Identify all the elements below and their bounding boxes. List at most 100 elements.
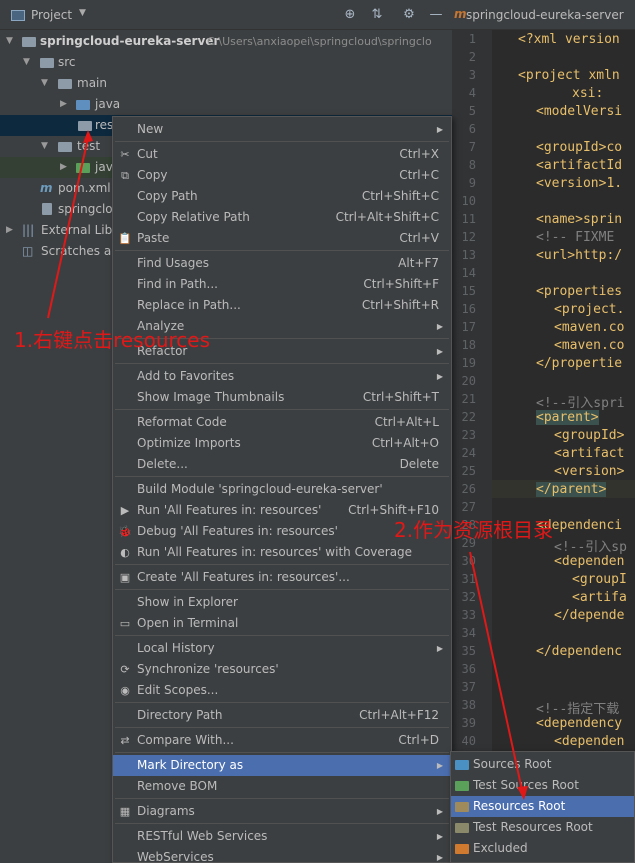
submenu-item-label: Resources Root xyxy=(473,799,566,813)
menu-item-create-all-features-in-resources[interactable]: ▣ Create 'All Features in: resources'... xyxy=(113,567,451,588)
menu-item-show-in-explorer[interactable]: Show in Explorer xyxy=(113,592,451,613)
menu-item-new[interactable]: New ▶ xyxy=(113,119,451,140)
menu-item-run-all-features-in-resources-with-coverage[interactable]: ◐ Run 'All Features in: resources' with C… xyxy=(113,542,451,563)
line-number: 6 xyxy=(468,122,476,136)
project-title[interactable]: Project xyxy=(31,8,72,22)
menu-item-open-in-terminal[interactable]: ▭ Open in Terminal xyxy=(113,613,451,634)
menu-item-find-usages[interactable]: Find Usages Alt+F7 xyxy=(113,253,451,274)
line-number: 36 xyxy=(461,662,476,676)
line-number: 2 xyxy=(468,50,476,64)
line-number: 38 xyxy=(461,698,476,712)
line-number: 31 xyxy=(461,572,476,586)
menu-item-copy-relative-path[interactable]: Copy Relative Path Ctrl+Alt+Shift+C xyxy=(113,207,451,228)
menu-item-remove-bom[interactable]: Remove BOM xyxy=(113,776,451,797)
menu-item-webservices[interactable]: WebServices ▶ xyxy=(113,847,451,863)
menu-item-label: Compare With... xyxy=(137,733,234,747)
menu-separator xyxy=(115,363,449,364)
menu-item-label: Run 'All Features in: resources' with Co… xyxy=(137,545,413,559)
line-number: 7 xyxy=(468,140,476,154)
menu-item-diagrams[interactable]: ▦ Diagrams ▶ xyxy=(113,801,451,822)
menu-item-icon: ▶ xyxy=(120,504,130,517)
line-number: 14 xyxy=(461,266,476,280)
submenu-item-label: Sources Root xyxy=(473,757,552,771)
menu-item-show-image-thumbnails[interactable]: Show Image Thumbnails Ctrl+Shift+T xyxy=(113,387,451,408)
line-number: 13 xyxy=(461,248,476,262)
menu-item-cut[interactable]: ✂ Cut Ctrl+X xyxy=(113,144,451,165)
menu-item-find-in-path[interactable]: Find in Path... Ctrl+Shift+F xyxy=(113,274,451,295)
menu-item-compare-with[interactable]: ⇄ Compare With... Ctrl+D xyxy=(113,730,451,751)
menu-item-restful-web-services[interactable]: RESTful Web Services ▶ xyxy=(113,826,451,847)
menu-item-label: RESTful Web Services xyxy=(137,829,268,843)
code-line: <dependen xyxy=(554,554,625,569)
menu-item-shortcut: Alt+F7 xyxy=(398,256,439,270)
menu-item-local-history[interactable]: Local History ▶ xyxy=(113,638,451,659)
menu-item-label: Synchronize 'resources' xyxy=(137,662,279,676)
menu-item-label: Run 'All Features in: resources' xyxy=(137,503,322,517)
menu-item-copy-path[interactable]: Copy Path Ctrl+Shift+C xyxy=(113,186,451,207)
tree-item-project-root[interactable]: ▼ springcloud-eureka-server C:\Users\anx… xyxy=(0,31,452,52)
minimize-icon[interactable]: — xyxy=(428,7,444,23)
editor: m springcloud-eureka-server 1 2 3 4 5 6 7 8 9 10 1… xyxy=(452,0,635,863)
menu-item-label: Paste xyxy=(137,231,170,245)
menu-item-label: Diagrams xyxy=(137,804,195,818)
submenu-item-sources-root[interactable]: Sources Root xyxy=(451,754,634,775)
menu-item-icon: ⇄ xyxy=(120,734,130,747)
code-line: <dependen xyxy=(554,734,625,749)
menu-item-replace-in-path[interactable]: Replace in Path... Ctrl+Shift+R xyxy=(113,295,451,316)
menu-item-paste[interactable]: 📋 Paste Ctrl+V xyxy=(113,228,451,249)
menu-item-label: New xyxy=(137,122,164,136)
menu-item-shortcut: Ctrl+Shift+R xyxy=(361,298,439,312)
menu-item-add-to-favorites[interactable]: Add to Favorites ▶ xyxy=(113,366,451,387)
gear-icon[interactable]: ⚙ xyxy=(401,7,417,23)
menu-item-directory-path[interactable]: Directory Path Ctrl+Alt+F12 xyxy=(113,705,451,726)
menu-item-reformat-code[interactable]: Reformat Code Ctrl+Alt+L xyxy=(113,412,451,433)
submenu-arrow-icon: ▶ xyxy=(436,347,443,356)
menu-item-synchronize-resources[interactable]: ⟳ Synchronize 'resources' xyxy=(113,659,451,680)
tree-item-java[interactable]: ▶ java xyxy=(0,94,452,115)
menu-item-mark-directory-as[interactable]: Mark Directory as ▶ xyxy=(113,755,451,776)
code-line: <artifact xyxy=(554,446,625,461)
submenu-arrow-icon: ▶ xyxy=(436,125,443,134)
menu-item-label: Find in Path... xyxy=(137,277,218,291)
submenu-item-test-resources-root[interactable]: Test Resources Root xyxy=(451,817,634,838)
tree-item-main[interactable]: ▼ main xyxy=(0,73,452,94)
submenu-item-resources-root[interactable]: Resources Root xyxy=(451,796,634,817)
line-number: 15 xyxy=(461,284,476,298)
submenu-item-label: Test Sources Root xyxy=(473,778,579,792)
maven-icon: m xyxy=(454,7,467,21)
menu-item-optimize-imports[interactable]: Optimize Imports Ctrl+Alt+O xyxy=(113,433,451,454)
code-line: <groupId>co xyxy=(536,140,623,155)
menu-item-build-module-springcloud-eureka-server[interactable]: Build Module 'springcloud-eureka-server' xyxy=(113,479,451,500)
code-line: <name>sprin xyxy=(536,212,623,227)
line-number: 22 xyxy=(461,410,476,424)
menu-item-shortcut: Ctrl+Shift+T xyxy=(362,390,439,404)
folder-icon xyxy=(455,760,469,770)
menu-item-copy[interactable]: ⧉ Copy Ctrl+C xyxy=(113,165,451,186)
project-toolbar: Project ▼ ⊕ ⇅ ⚙ — xyxy=(0,0,452,30)
submenu-item-label: Test Resources Root xyxy=(473,820,593,834)
chevron-down-icon[interactable]: ▼ xyxy=(79,8,86,18)
menu-item-icon: ▭ xyxy=(119,617,131,630)
submenu-item-excluded[interactable]: Excluded xyxy=(451,838,634,859)
menu-item-edit-scopes[interactable]: ◉ Edit Scopes... xyxy=(113,680,451,701)
menu-separator xyxy=(115,727,449,728)
target-icon[interactable]: ⊕ xyxy=(342,7,358,23)
submenu-item-test-sources-root[interactable]: Test Sources Root xyxy=(451,775,634,796)
menu-item-label: Delete... xyxy=(137,457,188,471)
code-line: <version>1. xyxy=(536,176,623,191)
library-icon: ||| xyxy=(22,223,35,237)
editor-tab[interactable]: m springcloud-eureka-server xyxy=(452,0,635,30)
maven-icon: m xyxy=(40,181,53,195)
menu-separator xyxy=(115,250,449,251)
menu-item-delete[interactable]: Delete... Delete xyxy=(113,454,451,475)
line-number: 11 xyxy=(461,212,476,226)
menu-item-icon: ✂ xyxy=(120,148,130,161)
menu-item-icon: ◉ xyxy=(120,684,130,697)
collapse-icon[interactable]: ⇅ xyxy=(369,7,385,23)
tree-item-src[interactable]: ▼ src xyxy=(0,52,452,73)
menu-separator xyxy=(115,409,449,410)
line-number: 16 xyxy=(461,302,476,316)
menu-item-label: Show Image Thumbnails xyxy=(137,390,285,404)
line-number: 19 xyxy=(461,356,476,370)
scratches-icon: ◫ xyxy=(22,244,34,258)
